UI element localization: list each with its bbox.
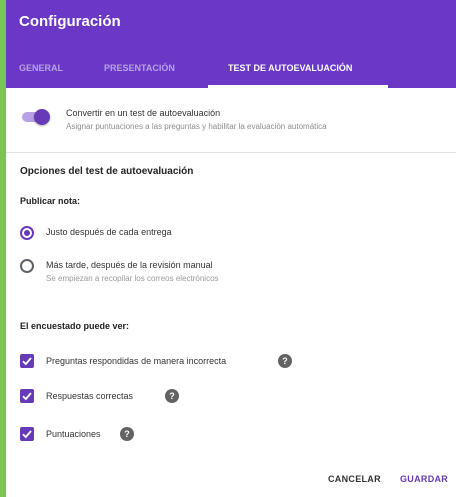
checkmark-icon <box>22 357 32 366</box>
checkbox-missed-questions-label[interactable]: Preguntas respondidas de manera incorrec… <box>46 356 226 366</box>
active-tab-indicator <box>208 85 388 88</box>
radio-later-label[interactable]: Más tarde, después de la revisión manual <box>46 260 213 270</box>
tab-bar: GENERAL PRESENTACIÓN TEST DE AUTOEVALUAC… <box>6 48 456 88</box>
quiz-toggle-description: Asignar puntuaciones a las preguntas y h… <box>66 122 327 131</box>
switch-knob <box>34 109 50 125</box>
help-icon[interactable]: ? <box>120 427 134 441</box>
release-grade-title: Publicar nota: <box>20 196 81 206</box>
save-button[interactable]: GUARDAR <box>400 474 448 484</box>
radio-immediately-label[interactable]: Justo después de cada entrega <box>46 227 172 237</box>
cancel-button[interactable]: CANCELAR <box>328 474 381 484</box>
quiz-toggle-label: Convertir en un test de autoevaluación <box>66 108 221 118</box>
settings-dialog: Configuración GENERAL PRESENTACIÓN TEST … <box>6 0 456 497</box>
checkbox-point-values-label[interactable]: Puntuaciones <box>46 429 101 439</box>
checkbox-correct-answers-label[interactable]: Respuestas correctas <box>46 391 133 401</box>
dialog-header: Configuración GENERAL PRESENTACIÓN TEST … <box>6 0 456 88</box>
radio-later[interactable] <box>20 259 34 273</box>
radio-immediately[interactable] <box>20 226 34 240</box>
checkmark-icon <box>22 392 32 401</box>
quiz-toggle-switch[interactable] <box>20 109 50 125</box>
dialog-title: Configuración <box>19 13 121 30</box>
checkbox-point-values[interactable] <box>20 427 34 441</box>
quiz-options-title: Opciones del test de autoevaluación <box>20 166 194 177</box>
radio-later-description: Se empiezan a recopilar los correos elec… <box>46 274 219 283</box>
respondent-can-see-title: El encuestado puede ver: <box>20 321 130 331</box>
divider <box>6 152 456 153</box>
checkmark-icon <box>22 430 32 439</box>
tab-quizzes[interactable]: TEST DE AUTOEVALUACIÓN <box>228 48 352 88</box>
tab-presentation[interactable]: PRESENTACIÓN <box>104 48 175 88</box>
checkbox-correct-answers[interactable] <box>20 389 34 403</box>
help-icon[interactable]: ? <box>278 354 292 368</box>
tab-general[interactable]: GENERAL <box>19 48 63 88</box>
help-icon[interactable]: ? <box>165 389 179 403</box>
checkbox-missed-questions[interactable] <box>20 354 34 368</box>
